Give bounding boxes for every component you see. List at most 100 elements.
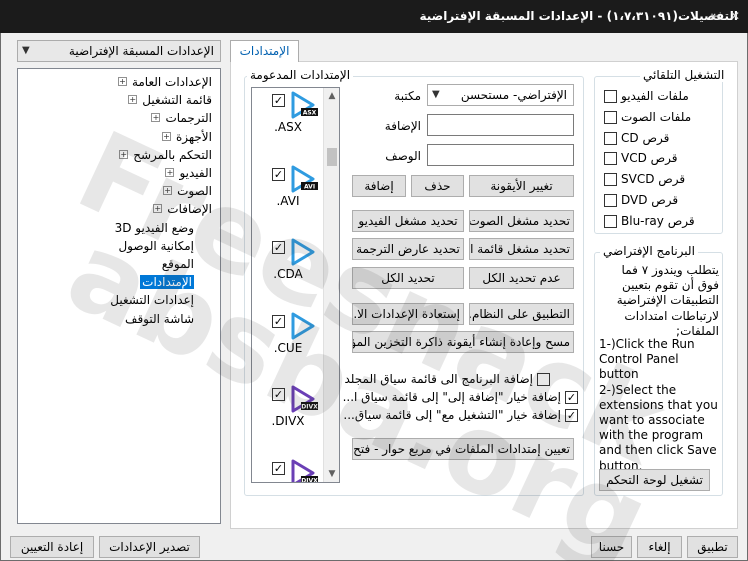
autoplay-checkbox[interactable]: قرص CD (604, 130, 669, 146)
library-select[interactable]: الإفتراضي- مستحسن ▼ (427, 84, 574, 106)
scroll-thumb[interactable] (327, 148, 337, 166)
settings-tree[interactable]: الإعدادات العامة + قائمة التشغيل + الترجمات +… (17, 68, 221, 524)
play-with-context-checkbox[interactable]: ✓ إضافة خيار "التشغيل مع" إلى قائمة سياق.… (343, 407, 578, 423)
extension-item[interactable]: ✓ .CUE (252, 311, 324, 385)
tree-item[interactable]: الأجهزة + (161, 128, 212, 146)
extension-checkbox[interactable]: ✓ (272, 461, 285, 475)
clear-icon-cache-button[interactable]: مسح وإعادة إنشاء أيقونة ذاكرة التخزين ال… (352, 331, 574, 353)
expand-icon[interactable]: + (128, 95, 138, 105)
autoplay-checkbox-box[interactable] (604, 110, 617, 124)
expand-icon[interactable]: + (117, 77, 127, 86)
add-to-context-checkbox[interactable]: ✓ إضافة خيار "إضافة إلى" إلى قائمة سياق ا… (343, 389, 578, 405)
tree-item[interactable]: التحكم بالمرشح + (119, 146, 212, 164)
select-subtitle-viewer-button[interactable]: تحديد عارض الترجمة (352, 238, 464, 260)
tree-item[interactable]: الإمتدادات (140, 273, 194, 291)
select-playlist-button[interactable]: تحديد مشغل قائمة ا... (469, 238, 574, 260)
svg-text:DIVX: DIVX (301, 477, 318, 483)
select-all-button[interactable]: تحديد الكل (352, 267, 464, 289)
select-audio-player-button[interactable]: تحديد مشغل الصوت (469, 210, 574, 232)
tree-item[interactable]: الموقع (162, 255, 194, 273)
expand-icon[interactable]: + (153, 204, 163, 214)
extension-item[interactable]: ✓ AVI .AVI (252, 164, 324, 238)
svg-text:ASX: ASX (303, 110, 317, 117)
add-input[interactable] (427, 114, 574, 136)
extension-item[interactable]: ✓ .CDA (252, 237, 324, 311)
autoplay-checkbox[interactable]: قرص SVCD (604, 171, 685, 187)
tree-item[interactable]: شاشة التوقف (125, 310, 194, 328)
run-control-panel-button[interactable]: تشغيل لوحة التحكم (599, 469, 710, 491)
export-settings-button[interactable]: تصدير الإعدادات (99, 536, 200, 558)
library-label: مكتبة (394, 89, 421, 103)
preset-select[interactable]: الإعدادات المسبقة الإفتراضية ▼ (17, 40, 221, 62)
supported-extensions-label: الإمتدادات المدعومة (247, 68, 354, 82)
change-icon-button[interactable]: تغيير الأيقونة (469, 175, 574, 197)
expand-icon[interactable]: + (165, 168, 175, 177)
tree-item[interactable]: الفيديو + (165, 164, 212, 182)
scroll-down-icon[interactable]: ▼ (324, 466, 340, 482)
close-icon[interactable]: ✕ (727, 8, 743, 24)
tree-item-label: الإضافات (167, 202, 212, 217)
extension-checkbox[interactable]: ✓ (272, 167, 285, 181)
autoplay-checkbox-box[interactable] (604, 90, 617, 103)
reset-button[interactable]: إعادة التعيين (10, 536, 94, 558)
autoplay-checkbox-box[interactable] (604, 173, 617, 187)
checkbox-add-folder[interactable] (537, 373, 550, 386)
extension-label: .CDA (273, 267, 303, 281)
media-file-icon: ASX (288, 90, 318, 120)
autoplay-checkbox[interactable]: قرص DVD (604, 192, 678, 208)
extension-item[interactable]: ✓ ASX .ASX (252, 90, 324, 164)
add-button[interactable]: إضافة (352, 175, 406, 197)
extension-item[interactable]: ✓ DIVX .DIVX (252, 384, 324, 458)
tree-item-label: الفيديو (179, 166, 212, 180)
tree-item[interactable]: وضع الفيديو 3D (115, 219, 194, 237)
assign-open-dialog-button[interactable]: تعيين إمتدادات الملفات في مربع حوار - فت… (352, 438, 574, 460)
delete-button[interactable]: حذف (411, 175, 464, 197)
description-input[interactable] (427, 144, 574, 166)
desc-label: الوصف (385, 149, 421, 163)
tab-extensions[interactable]: الإمتدادات (230, 40, 299, 62)
tree-item[interactable]: إمكانية الوصول (118, 237, 194, 255)
extensions-scrollbar[interactable]: ▲ ▼ (323, 88, 339, 482)
tree-item-label: وضع الفيديو 3D (114, 220, 194, 235)
tree-item[interactable]: الصوت + (163, 182, 212, 200)
autoplay-checkbox[interactable]: قرص VCD (604, 150, 678, 166)
expand-icon[interactable]: + (163, 186, 173, 196)
play-with-context-label: إضافة خيار "التشغيل مع" إلى قائمة سياق..… (343, 408, 561, 422)
autoplay-checkbox-box[interactable] (604, 194, 617, 207)
expand-icon[interactable]: + (161, 131, 171, 141)
extension-checkbox[interactable]: ✓ (272, 388, 285, 401)
autoplay-checkbox[interactable]: قرص Blu-ray (604, 213, 695, 229)
tree-item[interactable]: قائمة التشغيل + (128, 91, 212, 109)
add-folder-context-checkbox[interactable]: إضافة البرنامج الى قائمة سياق المجلد (344, 371, 550, 387)
tree-item[interactable]: الإضافات + (153, 200, 212, 218)
tree-item[interactable]: إعدادات التشغيل (110, 291, 194, 309)
apply-to-system-button[interactable]: التطبيق على النظام... (469, 303, 574, 325)
pin-icon[interactable]: ⇤ (708, 8, 724, 24)
autoplay-checkbox-box[interactable] (604, 131, 617, 145)
select-video-player-button[interactable]: تحديد مشغل الفيديو (352, 210, 464, 232)
scroll-up-icon[interactable]: ▲ (324, 88, 340, 104)
expand-icon[interactable]: + (151, 113, 161, 123)
restore-defaults-button[interactable]: إستعادة الإعدادات الا... (352, 303, 464, 325)
autoplay-checkbox[interactable]: ملفات الصوت (604, 109, 691, 125)
tree-item[interactable]: الترجمات + (151, 109, 212, 127)
extension-checkbox[interactable]: ✓ (272, 241, 285, 254)
autoplay-checkbox-label: قرص SVCD (621, 172, 686, 187)
extension-label: .DIVX (271, 414, 305, 428)
tree-item-label: إمكانية الوصول (118, 238, 194, 253)
cancel-button[interactable]: إلغاء (637, 536, 682, 558)
autoplay-checkbox-box[interactable] (604, 152, 617, 166)
deselect-all-button[interactable]: عدم تحديد الكل (469, 267, 574, 289)
autoplay-checkbox[interactable]: ملفات الفيديو (604, 88, 689, 104)
checkbox-play-with[interactable]: ✓ (565, 409, 578, 422)
media-file-icon (288, 237, 318, 267)
apply-button[interactable]: تطبيق (687, 536, 738, 558)
extension-checkbox[interactable]: ✓ (272, 314, 285, 328)
extension-item[interactable]: ✓ DIVX (252, 458, 324, 483)
extension-checkbox[interactable]: ✓ (272, 94, 285, 107)
expand-icon[interactable]: + (119, 149, 129, 159)
checkbox-add-to[interactable]: ✓ (565, 391, 578, 404)
tree-item[interactable]: الإعدادات العامة + (117, 73, 212, 91)
ok-button[interactable]: حسنا (591, 536, 632, 558)
autoplay-checkbox-box[interactable] (604, 214, 617, 228)
